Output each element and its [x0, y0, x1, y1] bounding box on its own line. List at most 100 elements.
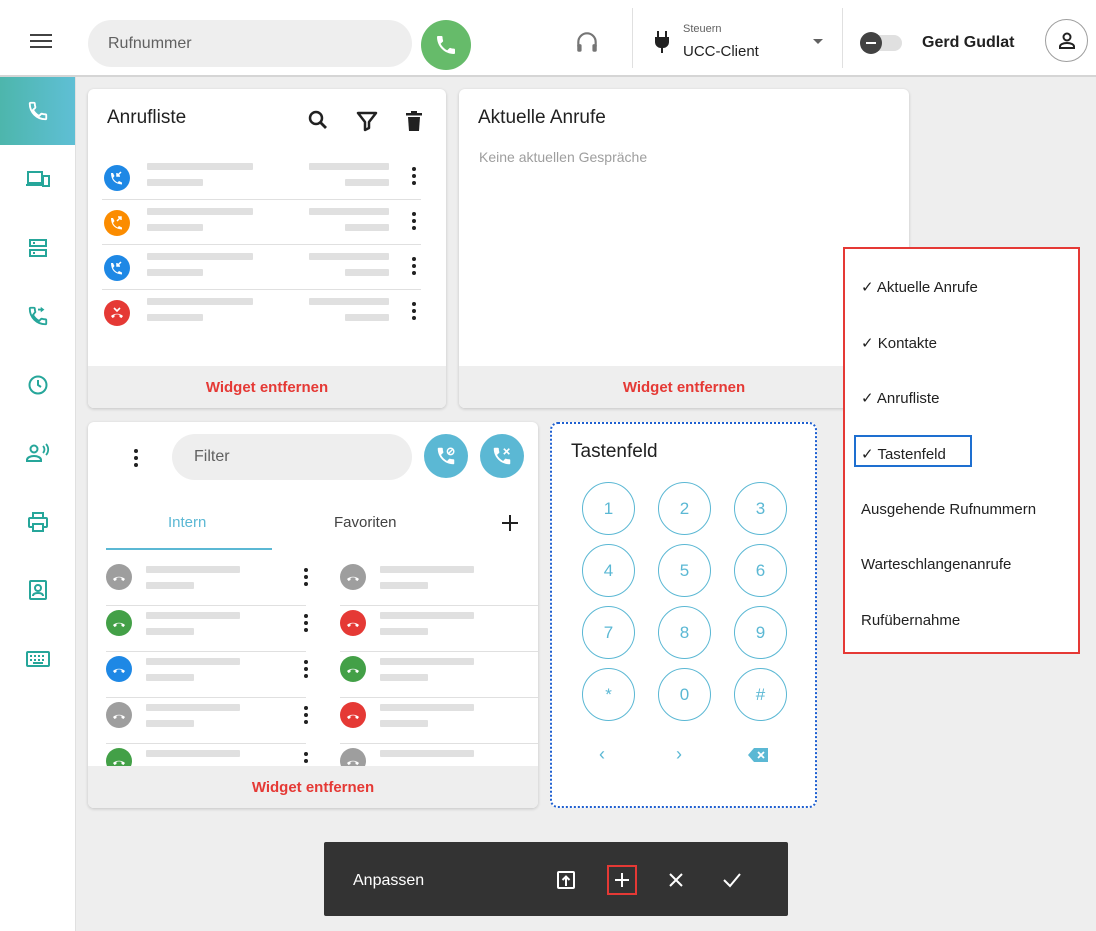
phone-icon [437, 36, 455, 54]
call-button[interactable] [421, 20, 471, 70]
tab-intern[interactable]: Intern [168, 514, 206, 531]
phone-icon [28, 101, 47, 121]
control-label: Steuern [683, 23, 722, 35]
remove-widget-button[interactable]: Widget entfernen [88, 366, 446, 408]
key-previous[interactable]: ‹ [599, 744, 605, 765]
keypad-widget: Tastenfeld 1 2 3 4 5 6 7 8 9 * 0 # ‹ › [550, 422, 817, 808]
top-bar: Steuern UCC-Client Gerd Gudlat [0, 0, 1096, 77]
more-options-icon[interactable] [304, 660, 308, 678]
key-next[interactable]: › [676, 744, 682, 765]
key-0[interactable]: 0 [658, 668, 711, 721]
filter-field[interactable] [172, 434, 412, 480]
menu-icon[interactable] [30, 34, 52, 48]
placeholder-name [147, 298, 253, 305]
placeholder-number [146, 674, 194, 681]
plug-icon [655, 31, 669, 53]
call-list-row[interactable] [102, 155, 421, 200]
placeholder-name [380, 658, 474, 665]
cancel-button[interactable] [664, 868, 688, 892]
contact-row[interactable] [340, 652, 538, 698]
contact-row[interactable] [340, 698, 538, 744]
more-options-icon[interactable] [134, 449, 138, 467]
menu-item-call-list[interactable]: ✓ Anrufliste [861, 389, 939, 407]
do-not-disturb-icon [860, 32, 882, 54]
contact-row[interactable] [340, 606, 538, 652]
presence-toggle[interactable] [860, 32, 902, 54]
more-options-icon[interactable] [412, 212, 416, 230]
tab-favoriten[interactable]: Favoriten [334, 514, 397, 531]
key-3[interactable]: 3 [734, 482, 787, 535]
sidebar-item-history[interactable] [0, 351, 75, 419]
key-1[interactable]: 1 [582, 482, 635, 535]
contact-row[interactable] [340, 560, 538, 606]
more-options-icon[interactable] [304, 706, 308, 724]
trash-icon[interactable] [402, 109, 426, 133]
export-icon[interactable] [554, 868, 578, 892]
remove-widget-button[interactable]: Widget entfernen [459, 366, 909, 408]
menu-item-call-pickup[interactable]: Rufübernahme [861, 612, 960, 629]
customize-bar: Anpassen [324, 842, 788, 916]
outgoing-call-icon [104, 210, 130, 236]
add-widget-menu: ✓ Aktuelle Anrufe ✓ Kontakte ✓ Anruflist… [843, 247, 1080, 654]
more-options-icon[interactable] [304, 614, 308, 632]
key-hash[interactable]: # [734, 668, 787, 721]
filter-icon[interactable] [355, 109, 379, 133]
current-calls-widget: Aktuelle Anrufe Keine aktuellen Gespräch… [459, 89, 909, 408]
confirm-button[interactable] [720, 868, 744, 892]
more-options-icon[interactable] [304, 568, 308, 586]
key-2[interactable]: 2 [658, 482, 711, 535]
sidebar-item-contacts[interactable] [0, 556, 75, 624]
key-7[interactable]: 7 [582, 606, 635, 659]
contact-row[interactable] [106, 698, 308, 744]
contact-row[interactable] [106, 652, 308, 698]
more-options-icon[interactable] [412, 257, 416, 275]
search-icon[interactable] [306, 108, 330, 132]
more-options-icon[interactable] [412, 302, 416, 320]
more-options-icon[interactable] [412, 167, 416, 185]
phone-number-search[interactable] [88, 20, 412, 67]
filter-input[interactable] [194, 448, 394, 466]
key-star[interactable]: * [582, 668, 635, 721]
call-list-row[interactable] [102, 200, 421, 245]
sidebar-item-print[interactable] [0, 488, 75, 556]
placeholder-date [309, 253, 389, 260]
keyboard-icon [25, 651, 50, 667]
headset-icon[interactable] [574, 28, 600, 56]
remove-widget-button[interactable]: Widget entfernen [88, 766, 538, 808]
sidebar-item-server[interactable] [0, 214, 75, 282]
sidebar-item-call-forward[interactable] [0, 282, 75, 350]
add-icon[interactable] [500, 513, 520, 533]
placeholder-name [147, 253, 253, 260]
key-5[interactable]: 5 [658, 544, 711, 597]
key-9[interactable]: 9 [734, 606, 787, 659]
placeholder-number [380, 674, 428, 681]
call-list-row[interactable] [102, 245, 421, 290]
contact-row[interactable] [106, 606, 308, 652]
contact-row[interactable] [106, 560, 308, 606]
key-4[interactable]: 4 [582, 544, 635, 597]
call-pickup-button[interactable] [424, 434, 468, 478]
add-widget-button[interactable] [607, 865, 637, 895]
menu-item-contacts[interactable]: ✓ Kontakte [861, 334, 937, 352]
avatar[interactable] [1045, 19, 1088, 62]
sidebar-item-devices[interactable] [0, 145, 75, 213]
menu-item-current-calls[interactable]: ✓ Aktuelle Anrufe [861, 278, 978, 296]
control-value[interactable]: UCC-Client [683, 43, 759, 60]
menu-item-outgoing-numbers[interactable]: Ausgehende Rufnummern [861, 501, 1036, 518]
placeholder-date [309, 163, 389, 170]
contact-status-icon [340, 702, 366, 728]
sidebar-item-keyboard[interactable] [0, 625, 75, 693]
key-8[interactable]: 8 [658, 606, 711, 659]
sidebar-item-speaking-user[interactable] [0, 419, 75, 487]
sidebar-item-phone[interactable] [0, 77, 75, 145]
placeholder-time [345, 314, 389, 321]
phone-number-input[interactable] [108, 34, 388, 53]
backspace-icon[interactable] [748, 748, 768, 762]
key-6[interactable]: 6 [734, 544, 787, 597]
call-reject-button[interactable] [480, 434, 524, 478]
chevron-down-icon[interactable] [813, 39, 823, 44]
call-list-row[interactable] [102, 290, 421, 335]
menu-item-queue-calls[interactable]: Warteschlangenanrufe [861, 556, 1011, 573]
menu-item-keypad[interactable]: ✓ Tastenfeld [861, 445, 946, 463]
placeholder-name [147, 208, 253, 215]
